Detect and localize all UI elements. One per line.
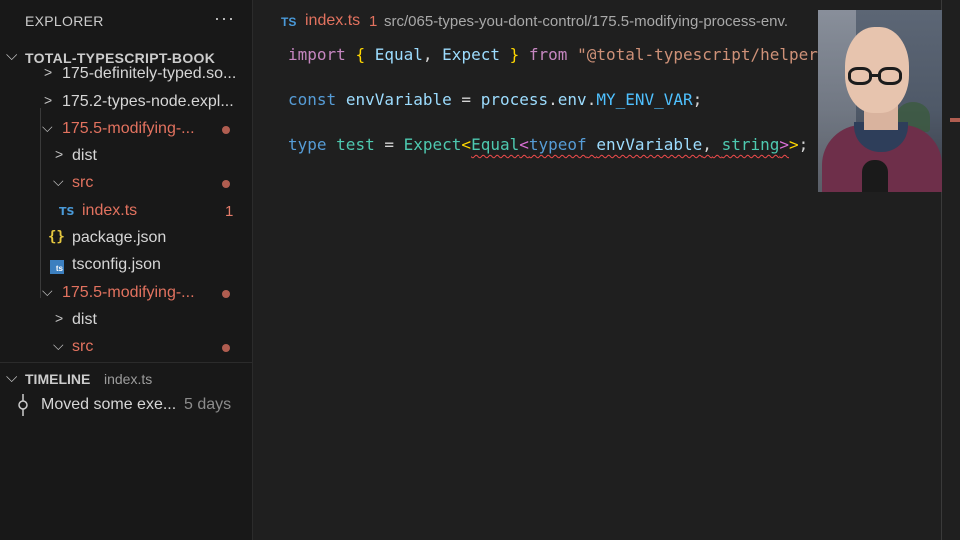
chevron-down-icon: ⌵ <box>6 47 18 64</box>
explorer-title: EXPLORER <box>25 13 104 29</box>
problem-count-badge: 1 <box>225 203 234 220</box>
token-identifier: Equal <box>374 45 423 64</box>
typescript-file-icon: TS <box>281 15 297 29</box>
token-type: Expect <box>403 135 462 154</box>
code-line-2[interactable]: const envVariable = process.env.MY_ENV_V… <box>288 90 702 109</box>
token-punct: , <box>422 45 433 64</box>
modified-indicator <box>222 180 230 188</box>
token-punct: . <box>548 90 558 109</box>
code-line-3[interactable]: type test = Expect<Equal<typeof envVaria… <box>288 135 808 154</box>
chevron-right-icon: > <box>44 64 53 80</box>
token-string: "@total-typescript/helpers" <box>577 45 838 64</box>
breadcrumb-path[interactable]: src/065-types-you-dont-control/175.5-mod… <box>384 13 788 30</box>
tree-item-folder[interactable]: ⌵ 175.5-modifying-... <box>0 116 252 143</box>
tree-item-label: src <box>72 338 94 355</box>
webcam-overlay <box>818 10 942 192</box>
token-operator: = <box>384 135 394 154</box>
tree-item-file[interactable]: {} package.json <box>0 225 252 252</box>
token-keyword: from <box>528 45 568 64</box>
json-file-icon: {} <box>48 229 65 245</box>
timeline-title: TIMELINE <box>25 371 91 387</box>
breadcrumb-problem-count: 1 <box>369 13 378 30</box>
code-line-1[interactable]: import { Equal, Expect } from "@total-ty… <box>288 45 847 64</box>
token-identifier: envVariable <box>596 135 703 154</box>
git-commit-icon <box>18 394 28 416</box>
token-keyword: import <box>288 45 346 64</box>
modified-indicator <box>222 290 230 298</box>
token-identifier: envVariable <box>345 90 452 109</box>
tree-item-folder[interactable]: ⌵ 175.5-modifying-... <box>0 280 252 307</box>
timeline-commit-age: 5 days <box>184 396 232 413</box>
tree-item-folder[interactable]: > dist <box>0 143 252 170</box>
tree-item-label: tsconfig.json <box>72 256 161 273</box>
type-error-span[interactable]: Equal<typeof envVariable, string> <box>471 135 789 154</box>
tree-item-folder[interactable]: > dist <box>0 307 252 334</box>
modified-indicator <box>222 126 230 134</box>
tree-item-label: src <box>72 174 94 191</box>
tree-item-label: 175.5-modifying-... <box>62 284 195 301</box>
token-type: test <box>336 135 375 154</box>
tree-item-label: dist <box>72 311 97 328</box>
tree-item-label: 175.5-modifying-... <box>62 120 195 137</box>
tree-item-label: dist <box>72 147 97 164</box>
timeline-file-label: index.ts <box>104 371 153 387</box>
chevron-right-icon: > <box>55 310 64 326</box>
token-keyword: typeof <box>528 135 587 154</box>
token-identifier: Expect <box>442 45 500 64</box>
token-identifier: env <box>557 90 587 109</box>
tree-item-folder[interactable]: > 175.2-types-node.expl... <box>0 89 252 116</box>
tree-item-label: package.json <box>72 229 167 246</box>
typescript-file-icon: TS <box>59 205 75 218</box>
tree-item-folder[interactable]: ⌵ src <box>0 170 252 197</box>
token-bracket: < <box>519 135 529 154</box>
token-identifier: MY_ENV_VAR <box>596 90 693 109</box>
breadcrumb-file-name[interactable]: index.ts <box>305 12 360 30</box>
tree-item-file[interactable]: ts tsconfig.json <box>0 252 252 279</box>
tree-item-folder[interactable]: ⌵ src <box>0 334 252 361</box>
timeline-entry[interactable]: Moved some exe... 5 days <box>0 392 252 418</box>
token-keyword: const <box>288 90 337 109</box>
tree-item-label: 175-definitely-typed.so... <box>62 65 237 82</box>
tsconfig-file-icon: ts <box>50 260 64 274</box>
chevron-down-icon: ⌵ <box>6 369 18 386</box>
token-bracket: > <box>789 135 799 154</box>
chevron-down-icon: ⌵ <box>42 119 53 135</box>
token-operator: = <box>461 90 472 109</box>
chevron-down-icon: ⌵ <box>53 337 64 353</box>
token-brace: } <box>509 45 520 64</box>
token-bracket: < <box>461 135 472 154</box>
token-type: string <box>721 135 780 154</box>
token-brace: { <box>355 45 366 64</box>
modified-indicator <box>222 344 230 352</box>
token-identifier: process <box>480 90 549 109</box>
more-actions-icon[interactable]: ··· <box>214 8 235 29</box>
token-punct: , <box>702 135 712 154</box>
chevron-down-icon: ⌵ <box>42 283 53 299</box>
chevron-down-icon: ⌵ <box>53 173 64 189</box>
explorer-header: EXPLORER ··· <box>0 0 252 42</box>
token-punct: ; <box>798 135 809 154</box>
token-keyword: type <box>288 135 327 154</box>
file-tree: > 175-definitely-typed.so... > 175.2-typ… <box>0 64 252 362</box>
chevron-right-icon: > <box>55 146 64 162</box>
token-punct: ; <box>692 90 703 109</box>
token-type: Equal <box>471 135 520 154</box>
token-punct: . <box>586 90 597 109</box>
timeline-section-header[interactable]: ⌵ TIMELINE index.ts <box>0 362 252 393</box>
explorer-sidebar: EXPLORER ··· ⌵ TOTAL-TYPESCRIPT-BOOK > 1… <box>0 0 253 540</box>
chevron-right-icon: > <box>44 92 53 108</box>
tree-item-label: index.ts <box>82 202 138 219</box>
timeline-commit-message: Moved some exe... <box>41 396 177 413</box>
tree-item-file[interactable]: TS index.ts 1 <box>0 198 252 225</box>
error-overview-marker <box>950 118 960 122</box>
tree-item-label: 175.2-types-node.expl... <box>62 93 234 110</box>
tree-item-folder[interactable]: > 175-definitely-typed.so... <box>0 64 252 88</box>
token-bracket: > <box>779 135 789 154</box>
